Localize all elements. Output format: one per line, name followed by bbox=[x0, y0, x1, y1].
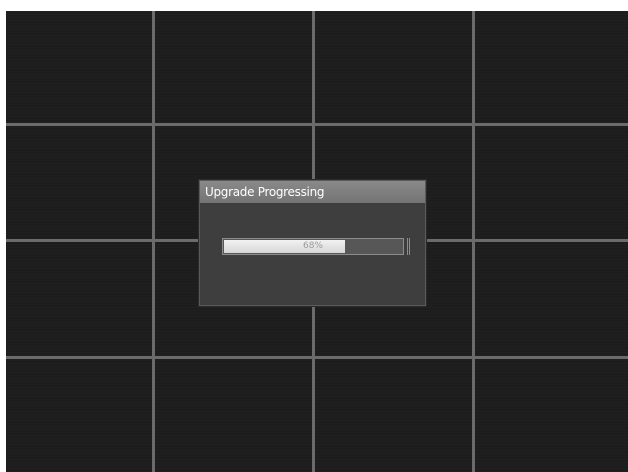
dialog-title: Upgrade Progressing bbox=[200, 181, 425, 203]
upgrade-progress-bar: 68% bbox=[222, 238, 404, 255]
camera-cell-3[interactable] bbox=[315, 11, 472, 123]
camera-cell-8[interactable] bbox=[475, 126, 628, 239]
progress-bar-end-cap bbox=[407, 238, 410, 255]
camera-cell-5[interactable] bbox=[6, 126, 152, 239]
camera-cell-9[interactable] bbox=[6, 242, 152, 356]
camera-cell-12[interactable] bbox=[475, 242, 628, 356]
progress-percent-text: 68% bbox=[302, 241, 323, 251]
camera-cell-14[interactable] bbox=[155, 359, 312, 472]
grid-line-horizontal-3 bbox=[6, 356, 628, 359]
camera-cell-15[interactable] bbox=[315, 359, 472, 472]
camera-cell-16[interactable] bbox=[475, 359, 628, 472]
camera-cell-13[interactable] bbox=[6, 359, 152, 472]
camera-cell-2[interactable] bbox=[155, 11, 312, 123]
camera-cell-1[interactable] bbox=[6, 11, 152, 123]
camera-cell-4[interactable] bbox=[475, 11, 628, 123]
upgrade-progress-dialog: Upgrade Progressing 68% bbox=[199, 180, 426, 306]
grid-line-horizontal-1 bbox=[6, 123, 628, 126]
